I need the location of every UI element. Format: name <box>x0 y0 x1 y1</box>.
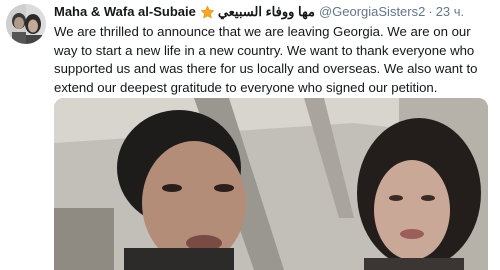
tweet-text: We are thrilled to announce that we are … <box>54 24 478 95</box>
video-thumbnail-image <box>54 98 488 270</box>
tweet-card[interactable]: Maha & Wafa al-Subaie مها ووفاء السبيعي … <box>0 0 500 270</box>
separator-dot: · <box>428 4 433 19</box>
timestamp[interactable]: 23 ч. <box>436 3 464 21</box>
media-thumbnail[interactable] <box>54 98 488 270</box>
author-handle[interactable]: @GeorgiaSisters2 <box>319 3 425 21</box>
avatar-image <box>6 4 46 44</box>
star-emoji-icon <box>200 4 215 20</box>
author-name-arabic[interactable]: مها ووفاء السبيعي <box>218 3 315 21</box>
avatar[interactable] <box>6 4 46 44</box>
author-name[interactable]: Maha & Wafa al-Subaie <box>54 3 196 21</box>
tweet-header: Maha & Wafa al-Subaie مها ووفاء السبيعي … <box>54 3 464 21</box>
